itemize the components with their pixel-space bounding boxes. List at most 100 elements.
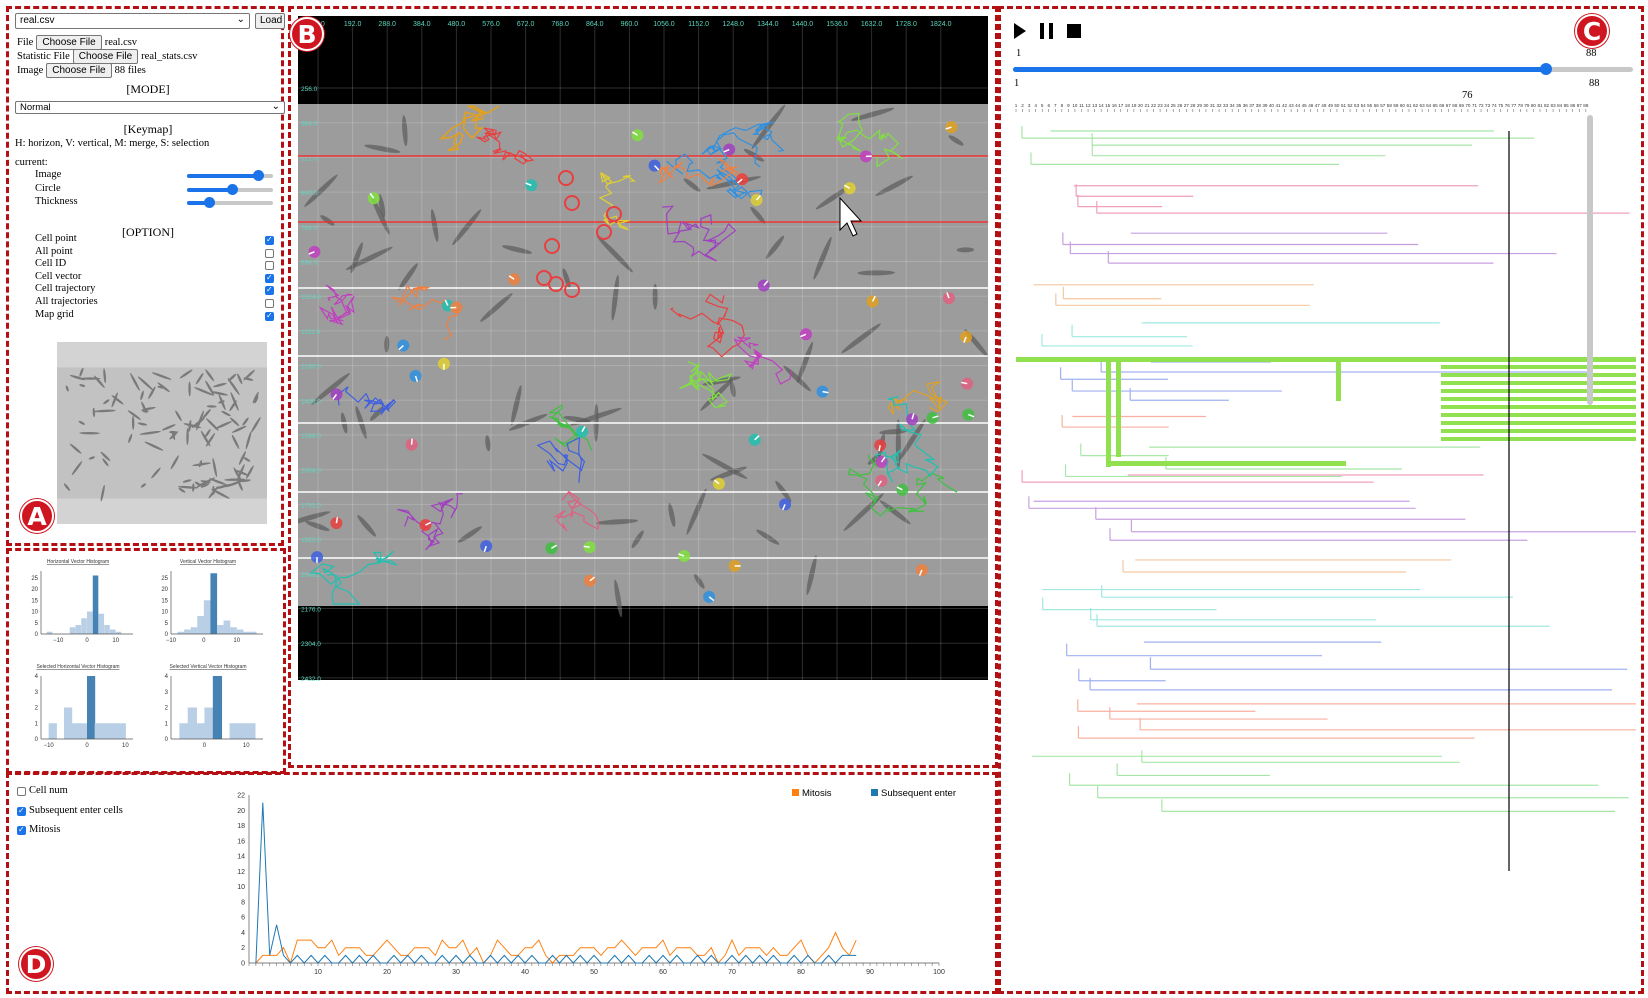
timeline-checkbox[interactable] [17, 787, 26, 796]
option-checkbox[interactable] [265, 299, 274, 308]
csv-select[interactable]: real.csv ⌄ [15, 13, 250, 29]
frame-tick-label: 48 [1321, 103, 1327, 108]
cell-point[interactable] [397, 339, 410, 352]
cell-point[interactable] [330, 388, 343, 401]
cell-point[interactable] [409, 369, 422, 382]
file-choose-button[interactable]: Choose File [36, 35, 102, 50]
frame-slider-knob[interactable] [1540, 63, 1553, 75]
lineage-tree[interactable]: 1 2 3 4 5 6 7 8 9 10 11 12 13 14 15 16 17 18 19 20 21 22 23 24 2… [1001, 101, 1641, 981]
cell-map[interactable]: 96.0192.0288.0384.0480.0576.0672.0768.08… [298, 16, 988, 720]
file-name: real.csv [104, 37, 138, 48]
option-checkbox[interactable] [265, 261, 274, 271]
cell-point[interactable] [330, 517, 343, 530]
cell-point[interactable] [728, 559, 741, 572]
cell-point[interactable] [896, 483, 909, 496]
lineage-scrollbar[interactable] [1587, 115, 1593, 405]
frame-slider[interactable] [1013, 63, 1633, 75]
highlighted-lineage-branch[interactable] [1441, 365, 1636, 369]
cell-point[interactable] [723, 143, 736, 156]
highlighted-lineage-branch[interactable] [1441, 437, 1636, 441]
slider-thickness[interactable] [187, 197, 273, 208]
cell-point[interactable] [576, 425, 589, 438]
cell-point[interactable] [311, 551, 324, 564]
slider-knob[interactable] [226, 183, 238, 195]
cell-point[interactable] [942, 292, 955, 305]
highlighted-lineage-branch[interactable] [1441, 429, 1636, 433]
cell-point[interactable] [631, 129, 644, 142]
cell-point[interactable] [583, 541, 596, 554]
histogram-y-tick: 2 [35, 706, 39, 712]
cell-point[interactable] [843, 182, 856, 195]
cell-point[interactable] [648, 159, 661, 172]
highlighted-lineage-branch[interactable] [1441, 389, 1636, 393]
cell-point[interactable] [712, 477, 725, 490]
cell-point[interactable] [875, 474, 888, 487]
cell-point[interactable] [757, 279, 770, 292]
pause-button[interactable] [1039, 22, 1055, 40]
stop-button[interactable] [1067, 24, 1081, 38]
mode-select[interactable]: Normal ⌄ [15, 101, 285, 114]
cell-point[interactable] [859, 150, 872, 163]
frame-tick-label: 71 [1472, 103, 1478, 108]
thumbnail-cells [63, 367, 261, 502]
cell-point[interactable] [875, 455, 888, 468]
cell-point[interactable] [961, 377, 974, 390]
cell-point[interactable] [367, 192, 380, 205]
cell-point[interactable] [703, 590, 716, 603]
cell-point[interactable] [450, 301, 463, 314]
cell-point[interactable] [736, 173, 749, 186]
cell-point[interactable] [866, 295, 879, 308]
load-button[interactable]: Load [255, 13, 285, 29]
cell-point[interactable] [779, 498, 792, 511]
cell-point[interactable] [816, 385, 829, 398]
slider-circle[interactable] [187, 183, 273, 195]
highlighted-lineage-branch[interactable] [1106, 461, 1346, 466]
cell-point[interactable] [405, 438, 418, 451]
cell-point[interactable] [960, 330, 973, 343]
option-checkbox[interactable] [265, 248, 274, 258]
cell-point[interactable] [926, 411, 939, 424]
highlighted-lineage-branch[interactable] [1441, 381, 1636, 385]
slider-knob[interactable] [203, 197, 215, 208]
option-checkbox[interactable] [265, 311, 274, 321]
slider-knob[interactable] [252, 170, 264, 181]
highlighted-lineage-branch[interactable] [1441, 405, 1636, 409]
frame-tick-label: 6 [1047, 103, 1050, 108]
cell-point[interactable] [748, 433, 761, 446]
cell-point[interactable] [906, 413, 919, 426]
cell-point[interactable] [678, 550, 691, 563]
cell-point[interactable] [480, 540, 493, 553]
thumbnail-cell [69, 443, 82, 454]
option-checkbox[interactable] [265, 285, 274, 296]
cell-point[interactable] [799, 328, 812, 341]
cell-point[interactable] [583, 574, 596, 587]
option-checkbox[interactable] [265, 273, 274, 283]
cell-point[interactable] [419, 519, 432, 532]
play-button[interactable] [1013, 22, 1027, 40]
cell-point[interactable] [308, 245, 321, 258]
thumbnail-image[interactable] [57, 342, 267, 524]
cell-point[interactable] [915, 564, 928, 577]
file-label: File [17, 37, 34, 48]
option-checkbox[interactable] [265, 235, 274, 245]
control-panel: real.csv ⌄ Load File Choose File real.csv S… [6, 6, 285, 546]
histogram-bar [48, 723, 57, 739]
timeline-checkbox[interactable] [17, 825, 26, 835]
option-label: All point [35, 245, 73, 257]
stat-choose-button[interactable]: Choose File [72, 49, 139, 64]
cell-point[interactable] [437, 357, 450, 370]
cell-point[interactable] [945, 121, 958, 134]
cell-point[interactable] [874, 439, 887, 452]
cell-point[interactable] [962, 408, 975, 421]
slider-image[interactable] [187, 170, 273, 181]
highlighted-lineage-branch[interactable] [1441, 373, 1636, 377]
highlighted-lineage-branch[interactable] [1441, 413, 1636, 417]
image-choose-button[interactable]: Choose File [46, 63, 112, 78]
cell-point[interactable] [508, 273, 521, 286]
cell-point[interactable] [750, 194, 763, 207]
timeline-checkbox[interactable] [17, 806, 26, 816]
cell-point[interactable] [545, 542, 558, 555]
highlighted-lineage-branch[interactable] [1441, 397, 1636, 401]
highlighted-lineage-branch[interactable] [1441, 421, 1636, 425]
cell-point[interactable] [525, 179, 538, 192]
